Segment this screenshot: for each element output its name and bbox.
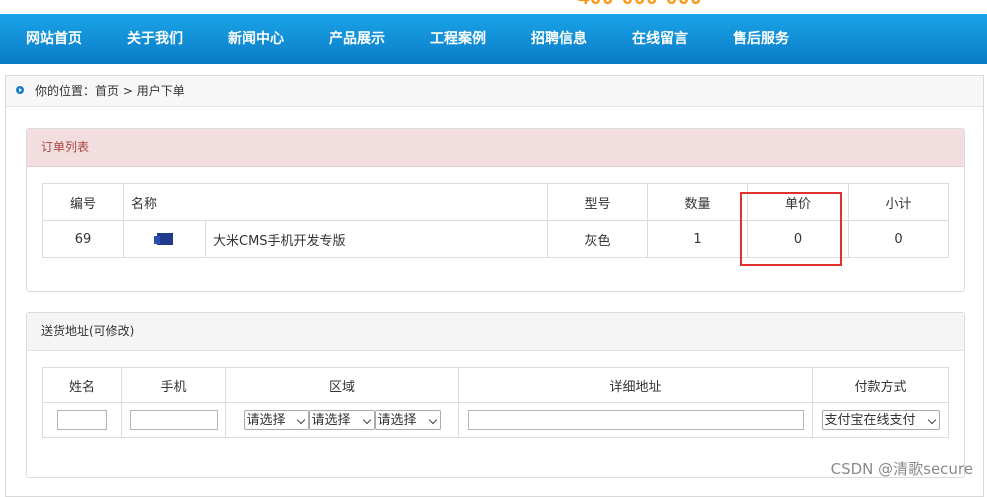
col-price: 单价 xyxy=(747,183,849,221)
breadcrumb-text: 你的位置：首页 > 用户下单 xyxy=(35,76,185,106)
payment-select[interactable]: 支付宝在线支付 xyxy=(821,410,940,430)
cell-qty: 1 xyxy=(647,220,748,258)
cell-name[interactable]: 大米CMS手机开发专版 xyxy=(205,220,548,258)
col-model: 型号 xyxy=(547,183,648,221)
cell-phone xyxy=(121,402,226,438)
cell-recipient xyxy=(42,402,122,438)
province-select-value: 请选择 xyxy=(246,413,286,428)
content-area: 你的位置：首页 > 用户下单 订单列表 编号 名称 型号 数量 单价 小计 69… xyxy=(5,75,984,497)
order-table-header: 编号 名称 型号 数量 单价 小计 xyxy=(42,183,949,221)
nav-news[interactable]: 新闻中心 xyxy=(228,14,284,64)
cell-address xyxy=(458,402,813,438)
col-subtotal: 小计 xyxy=(848,183,949,221)
cell-model: 灰色 xyxy=(547,220,648,258)
breadcrumb-current: 用户下单 xyxy=(136,84,185,98)
product-thumbnail[interactable] xyxy=(153,233,173,245)
col-region: 区域 xyxy=(225,367,459,403)
chevron-down-icon xyxy=(428,415,437,425)
address-input[interactable] xyxy=(467,410,804,430)
phone-input[interactable] xyxy=(129,410,218,430)
shipping-panel-title: 送货地址(可修改) xyxy=(27,313,964,351)
cell-thumb xyxy=(123,220,206,258)
hotline-number: 400-000-000 xyxy=(578,0,702,10)
district-select-value: 请选择 xyxy=(377,413,417,428)
province-select[interactable]: 请选择 xyxy=(243,410,309,430)
breadcrumb: 你的位置：首页 > 用户下单 xyxy=(6,76,983,107)
payment-select-value: 支付宝在线支付 xyxy=(824,413,916,428)
top-strip: 400-000-000 xyxy=(0,0,987,14)
col-id: 编号 xyxy=(42,183,124,221)
table-row: 69 大米CMS手机开发专版 灰色 1 0 0 xyxy=(42,220,949,258)
watermark: CSDN @清歌secure xyxy=(830,460,973,478)
order-panel-title: 订单列表 xyxy=(27,129,964,167)
arrow-circle-icon xyxy=(16,86,24,94)
breadcrumb-prefix: 你的位置： xyxy=(35,84,96,98)
main-navbar: 网站首页 关于我们 新闻中心 产品展示 工程案例 招聘信息 在线留言 售后服务 xyxy=(0,14,987,64)
recipient-name-input[interactable] xyxy=(57,410,107,430)
city-select-value: 请选择 xyxy=(311,413,351,428)
city-select[interactable]: 请选择 xyxy=(308,410,375,430)
nav-cases[interactable]: 工程案例 xyxy=(430,14,486,64)
chevron-down-icon xyxy=(296,415,305,425)
cell-price: 0 xyxy=(747,220,849,258)
nav-products[interactable]: 产品展示 xyxy=(329,14,385,64)
nav-about[interactable]: 关于我们 xyxy=(127,14,183,64)
nav-home[interactable]: 网站首页 xyxy=(26,14,82,64)
order-panel: 订单列表 编号 名称 型号 数量 单价 小计 69 大米CMS手机开发专版 灰色… xyxy=(26,128,965,292)
cell-region: 请选择 请选择 请选择 xyxy=(225,402,459,438)
col-qty: 数量 xyxy=(647,183,748,221)
col-address: 详细地址 xyxy=(458,367,813,403)
shipping-table-header: 姓名 手机 区域 详细地址 付款方式 xyxy=(42,367,949,403)
col-recipient: 姓名 xyxy=(42,367,122,403)
cell-id: 69 xyxy=(42,220,124,258)
nav-jobs[interactable]: 招聘信息 xyxy=(531,14,587,64)
shipping-table: 姓名 手机 区域 详细地址 付款方式 请选择 请选择 请选择 支付宝在线支付 xyxy=(42,367,949,438)
col-name: 名称 xyxy=(123,183,548,221)
nav-service[interactable]: 售后服务 xyxy=(733,14,789,64)
shipping-panel: 送货地址(可修改) 姓名 手机 区域 详细地址 付款方式 请选择 请选择 请选择 xyxy=(26,312,965,478)
cell-subtotal: 0 xyxy=(848,220,949,258)
breadcrumb-separator: > xyxy=(119,84,137,98)
table-row: 请选择 请选择 请选择 支付宝在线支付 xyxy=(42,402,949,438)
breadcrumb-home-link[interactable]: 首页 xyxy=(95,84,119,98)
col-payment: 付款方式 xyxy=(812,367,949,403)
cell-payment: 支付宝在线支付 xyxy=(812,402,949,438)
nav-message[interactable]: 在线留言 xyxy=(632,14,688,64)
district-select[interactable]: 请选择 xyxy=(374,410,441,430)
col-phone: 手机 xyxy=(121,367,226,403)
chevron-down-icon xyxy=(362,415,371,425)
chevron-down-icon xyxy=(927,415,936,425)
order-table: 编号 名称 型号 数量 单价 小计 69 大米CMS手机开发专版 灰色 1 0 … xyxy=(42,183,949,258)
